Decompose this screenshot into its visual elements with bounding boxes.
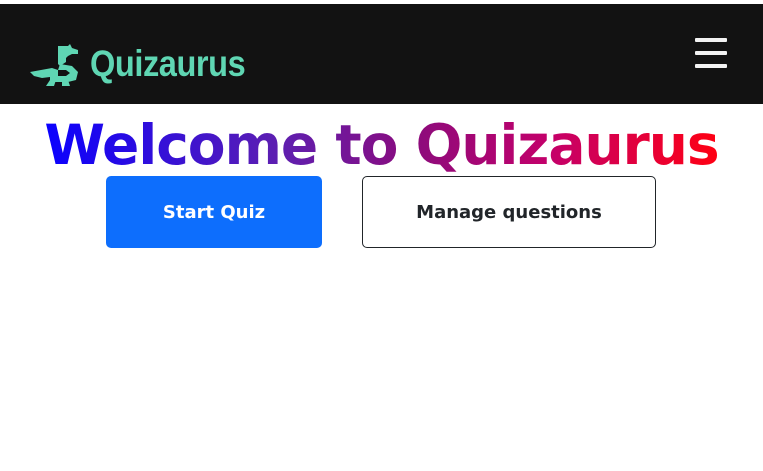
brand-link[interactable]: Quizaurus [28, 42, 266, 86]
hamburger-menu-button[interactable] [692, 38, 730, 68]
hamburger-menu-icon-bar [695, 51, 727, 55]
brand-name: Quizaurus [90, 43, 246, 84]
start-quiz-button[interactable]: Start Quiz [106, 176, 322, 248]
hamburger-menu-icon [695, 38, 727, 42]
welcome-heading: Welcome to Quizaurus [0, 110, 763, 180]
hamburger-menu-icon-bar [695, 64, 727, 68]
manage-questions-button[interactable]: Manage questions [362, 176, 656, 248]
welcome-heading-text: Welcome to Quizaurus [44, 113, 719, 177]
dinosaur-icon [30, 44, 78, 86]
navbar: Quizaurus [0, 4, 763, 104]
